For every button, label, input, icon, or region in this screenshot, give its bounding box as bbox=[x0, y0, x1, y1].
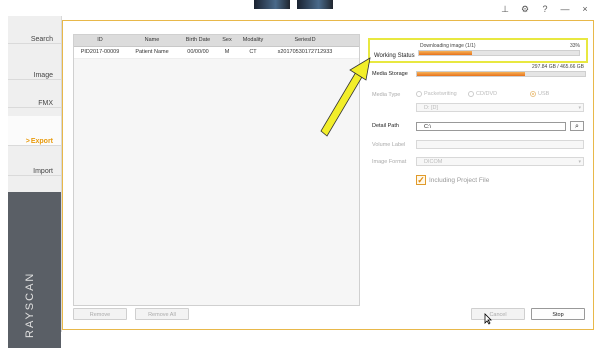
mouse-cursor-icon bbox=[484, 313, 492, 325]
annotation-arrow-shaft bbox=[320, 71, 363, 137]
annotation-arrow bbox=[320, 57, 371, 137]
